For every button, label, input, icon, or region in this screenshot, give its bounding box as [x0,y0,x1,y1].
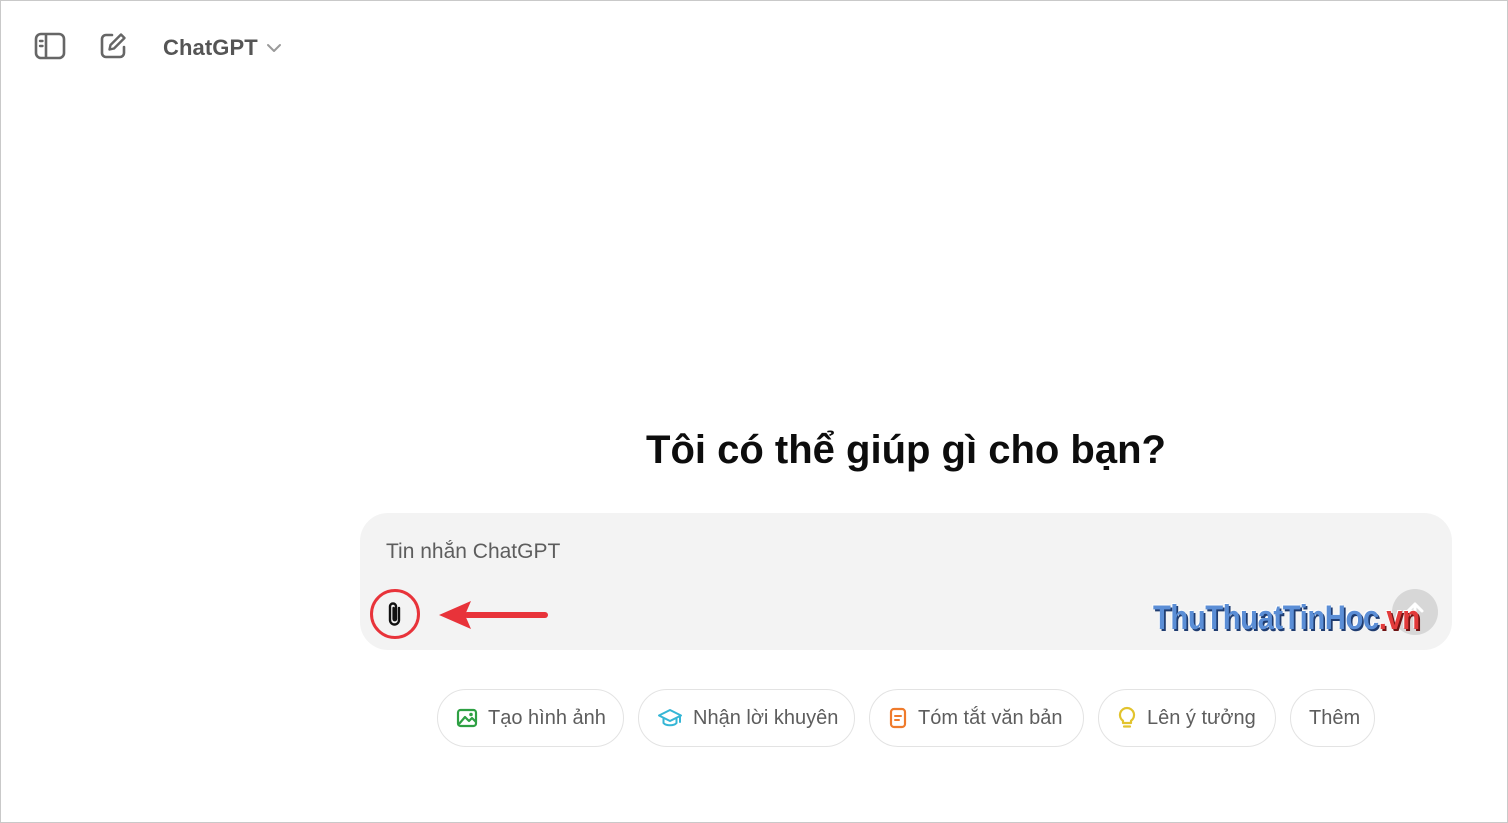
attach-file-button[interactable] [370,589,420,639]
model-name: ChatGPT [163,35,258,60]
new-chat-button[interactable] [93,26,133,66]
suggestion-label: Thêm [1309,706,1361,729]
watermark-main: ThuThuatTinHoc [1153,599,1379,637]
suggestion-label: Lên ý tưởng [1147,706,1256,729]
document-icon [889,707,907,729]
suggestion-label: Nhận lời khuyên [693,706,839,729]
suggestion-label: Tạo hình ảnh [488,706,606,729]
suggestion-label: Tóm tắt văn bản [918,706,1063,729]
model-selector[interactable]: ChatGPT [153,29,292,67]
image-icon [456,708,478,728]
watermark-tail: .vn [1378,599,1420,637]
suggestion-chips: Tạo hình ảnh Nhận lời khuyên Tóm tắt văn… [1,689,1507,749]
paperclip-icon [388,602,401,626]
annotation-arrow [439,601,548,629]
new-chat-icon [100,33,126,59]
graduation-cap-icon [658,709,682,727]
app-window: ChatGPT Tôi có thể giúp gì cho bạn? ThuT… [0,0,1508,823]
sidebar-toggle-button[interactable] [30,26,70,66]
sidebar-toggle-icon [34,32,66,60]
watermark: ThuThuatTinHoc.vn [1153,599,1420,638]
suggestion-get-advice[interactable]: Nhận lời khuyên [638,689,855,747]
suggestion-brainstorm[interactable]: Lên ý tưởng [1098,689,1276,747]
suggestion-summarize-text[interactable]: Tóm tắt văn bản [869,689,1084,747]
message-input[interactable] [386,537,1366,567]
top-bar: ChatGPT [1,1,1507,93]
chevron-down-icon [266,44,281,52]
welcome-heading: Tôi có thể giúp gì cho bạn? [646,428,1166,472]
lightbulb-icon [1118,706,1136,728]
suggestion-more[interactable]: Thêm [1290,689,1375,747]
suggestion-create-image[interactable]: Tạo hình ảnh [437,689,624,747]
